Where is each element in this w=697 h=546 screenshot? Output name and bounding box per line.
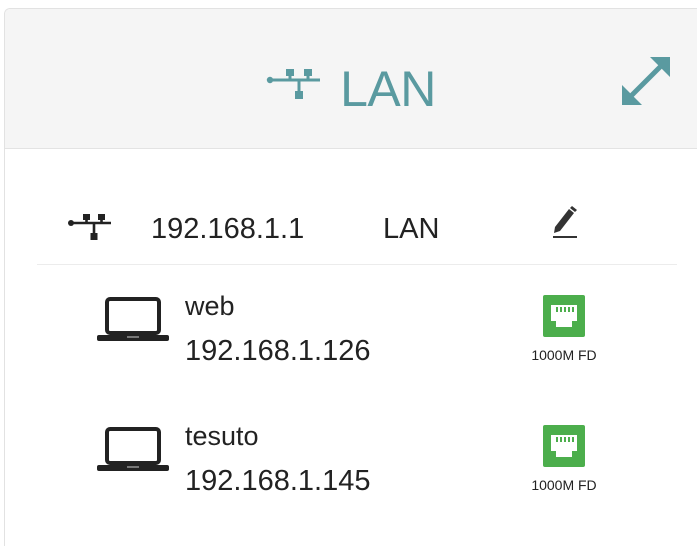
client-ip: 192.168.1.145: [185, 465, 371, 497]
port-speed-label: 1000M FD: [531, 477, 597, 493]
client-name: web: [185, 291, 235, 321]
client-item[interactable]: web 192.168.1.126 1000M FD: [5, 291, 697, 401]
edit-pencil-icon[interactable]: [549, 205, 581, 241]
ethernet-port-icon: [543, 295, 585, 337]
ethernet-port-icon: [543, 425, 585, 467]
client-item[interactable]: tesuto 192.168.1.145 1000M FD: [5, 421, 697, 531]
expand-icon[interactable]: [618, 53, 674, 109]
client-ip: 192.168.1.126: [185, 335, 371, 367]
lan-interface-name: LAN: [383, 213, 440, 245]
port-speed-label: 1000M FD: [531, 347, 597, 363]
lan-interface-row: 192.168.1.1 LAN: [37, 189, 677, 265]
panel-title: LAN: [5, 59, 697, 119]
panel-header: LAN: [5, 9, 697, 149]
lan-panel: LAN 192.168.1.1 LAN web 192.168.1.126 10…: [4, 8, 697, 546]
network-icon: [266, 67, 324, 106]
client-name: tesuto: [185, 421, 259, 451]
laptop-icon: [97, 425, 169, 478]
lan-ip-address: 192.168.1.1: [151, 213, 305, 245]
network-icon: [67, 211, 115, 248]
panel-title-text: LAN: [340, 61, 436, 117]
laptop-icon: [97, 295, 169, 348]
